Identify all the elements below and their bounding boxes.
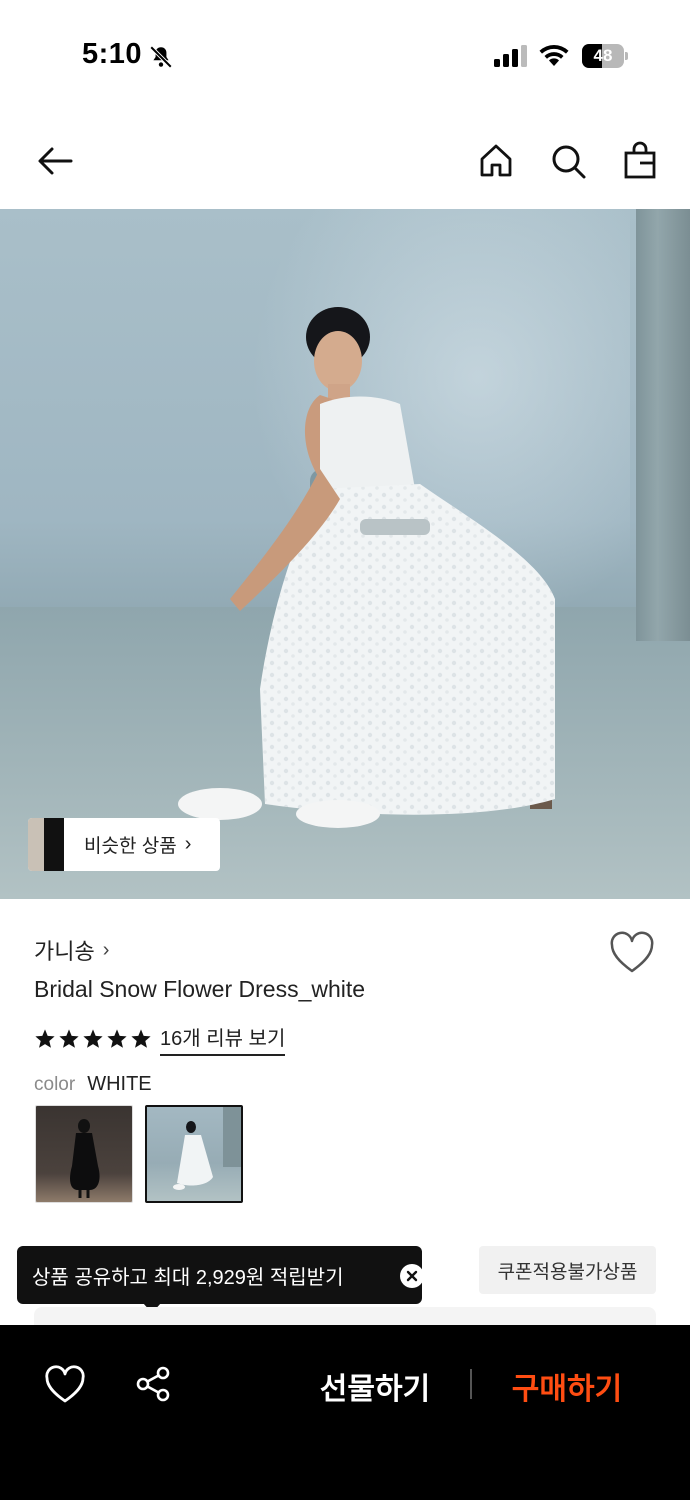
star-icon xyxy=(83,1029,103,1048)
chevron-right-icon: › xyxy=(102,938,110,961)
star-icon xyxy=(107,1029,127,1048)
shopping-bag-icon[interactable] xyxy=(617,138,663,184)
model-in-white-dress-illustration xyxy=(178,307,555,828)
buy-button[interactable]: 구매하기 xyxy=(492,1361,642,1411)
bottom-action-bar: 선물하기 구매하기 xyxy=(0,1325,690,1500)
back-arrow-icon[interactable] xyxy=(32,138,78,184)
bell-muted-icon xyxy=(149,45,173,69)
product-hero-image[interactable]: 비슷한 상품 › xyxy=(0,209,690,899)
rating-row: 16개 리뷰 보기 xyxy=(34,1022,286,1056)
home-icon[interactable] xyxy=(473,138,519,184)
share-icon[interactable] xyxy=(134,1365,172,1403)
share-reward-text: 상품 공유하고 최대 2,929원 적립받기 xyxy=(32,1266,344,1289)
brand-link[interactable]: 가니송 › xyxy=(34,934,109,966)
share-reward-tooltip[interactable]: 상품 공유하고 최대 2,929원 적립받기 xyxy=(17,1246,424,1304)
color-option-row: color WHITE xyxy=(34,1073,152,1096)
color-label: color xyxy=(34,1074,76,1095)
brand-name: 가니송 xyxy=(34,939,95,964)
gift-button[interactable]: 선물하기 xyxy=(300,1361,450,1411)
wifi-icon xyxy=(539,44,569,66)
review-link[interactable]: 16개 리뷰 보기 xyxy=(160,1022,286,1056)
star-icon xyxy=(131,1029,151,1048)
top-nav-bar xyxy=(0,110,690,210)
color-value: WHITE xyxy=(87,1073,152,1095)
heart-icon[interactable] xyxy=(608,931,656,975)
close-icon[interactable] xyxy=(400,1264,424,1288)
battery-percent: 48 xyxy=(593,46,613,65)
status-time: 5:10 xyxy=(82,38,143,70)
star-icon xyxy=(59,1029,79,1048)
status-bar: 5:10 48 xyxy=(0,0,690,110)
color-swatch-white[interactable] xyxy=(145,1105,243,1203)
cellular-signal-icon xyxy=(494,45,527,67)
divider xyxy=(470,1369,472,1399)
battery-indicator: 48 xyxy=(582,44,628,68)
rating-stars xyxy=(34,1028,152,1050)
product-title: Bridal Snow Flower Dress_white xyxy=(34,976,366,1002)
star-icon xyxy=(35,1029,55,1048)
similar-products-label: 비슷한 상품 xyxy=(84,836,177,857)
similar-products-button[interactable]: 비슷한 상품 › xyxy=(28,818,220,871)
color-swatch-black[interactable] xyxy=(35,1105,133,1203)
chevron-right-icon: › xyxy=(184,833,192,855)
coupon-unavailable-badge: 쿠폰적용불가상품 xyxy=(479,1246,656,1294)
similar-products-thumbnail xyxy=(28,818,64,871)
heart-icon[interactable] xyxy=(44,1365,86,1405)
search-icon[interactable] xyxy=(545,138,591,184)
